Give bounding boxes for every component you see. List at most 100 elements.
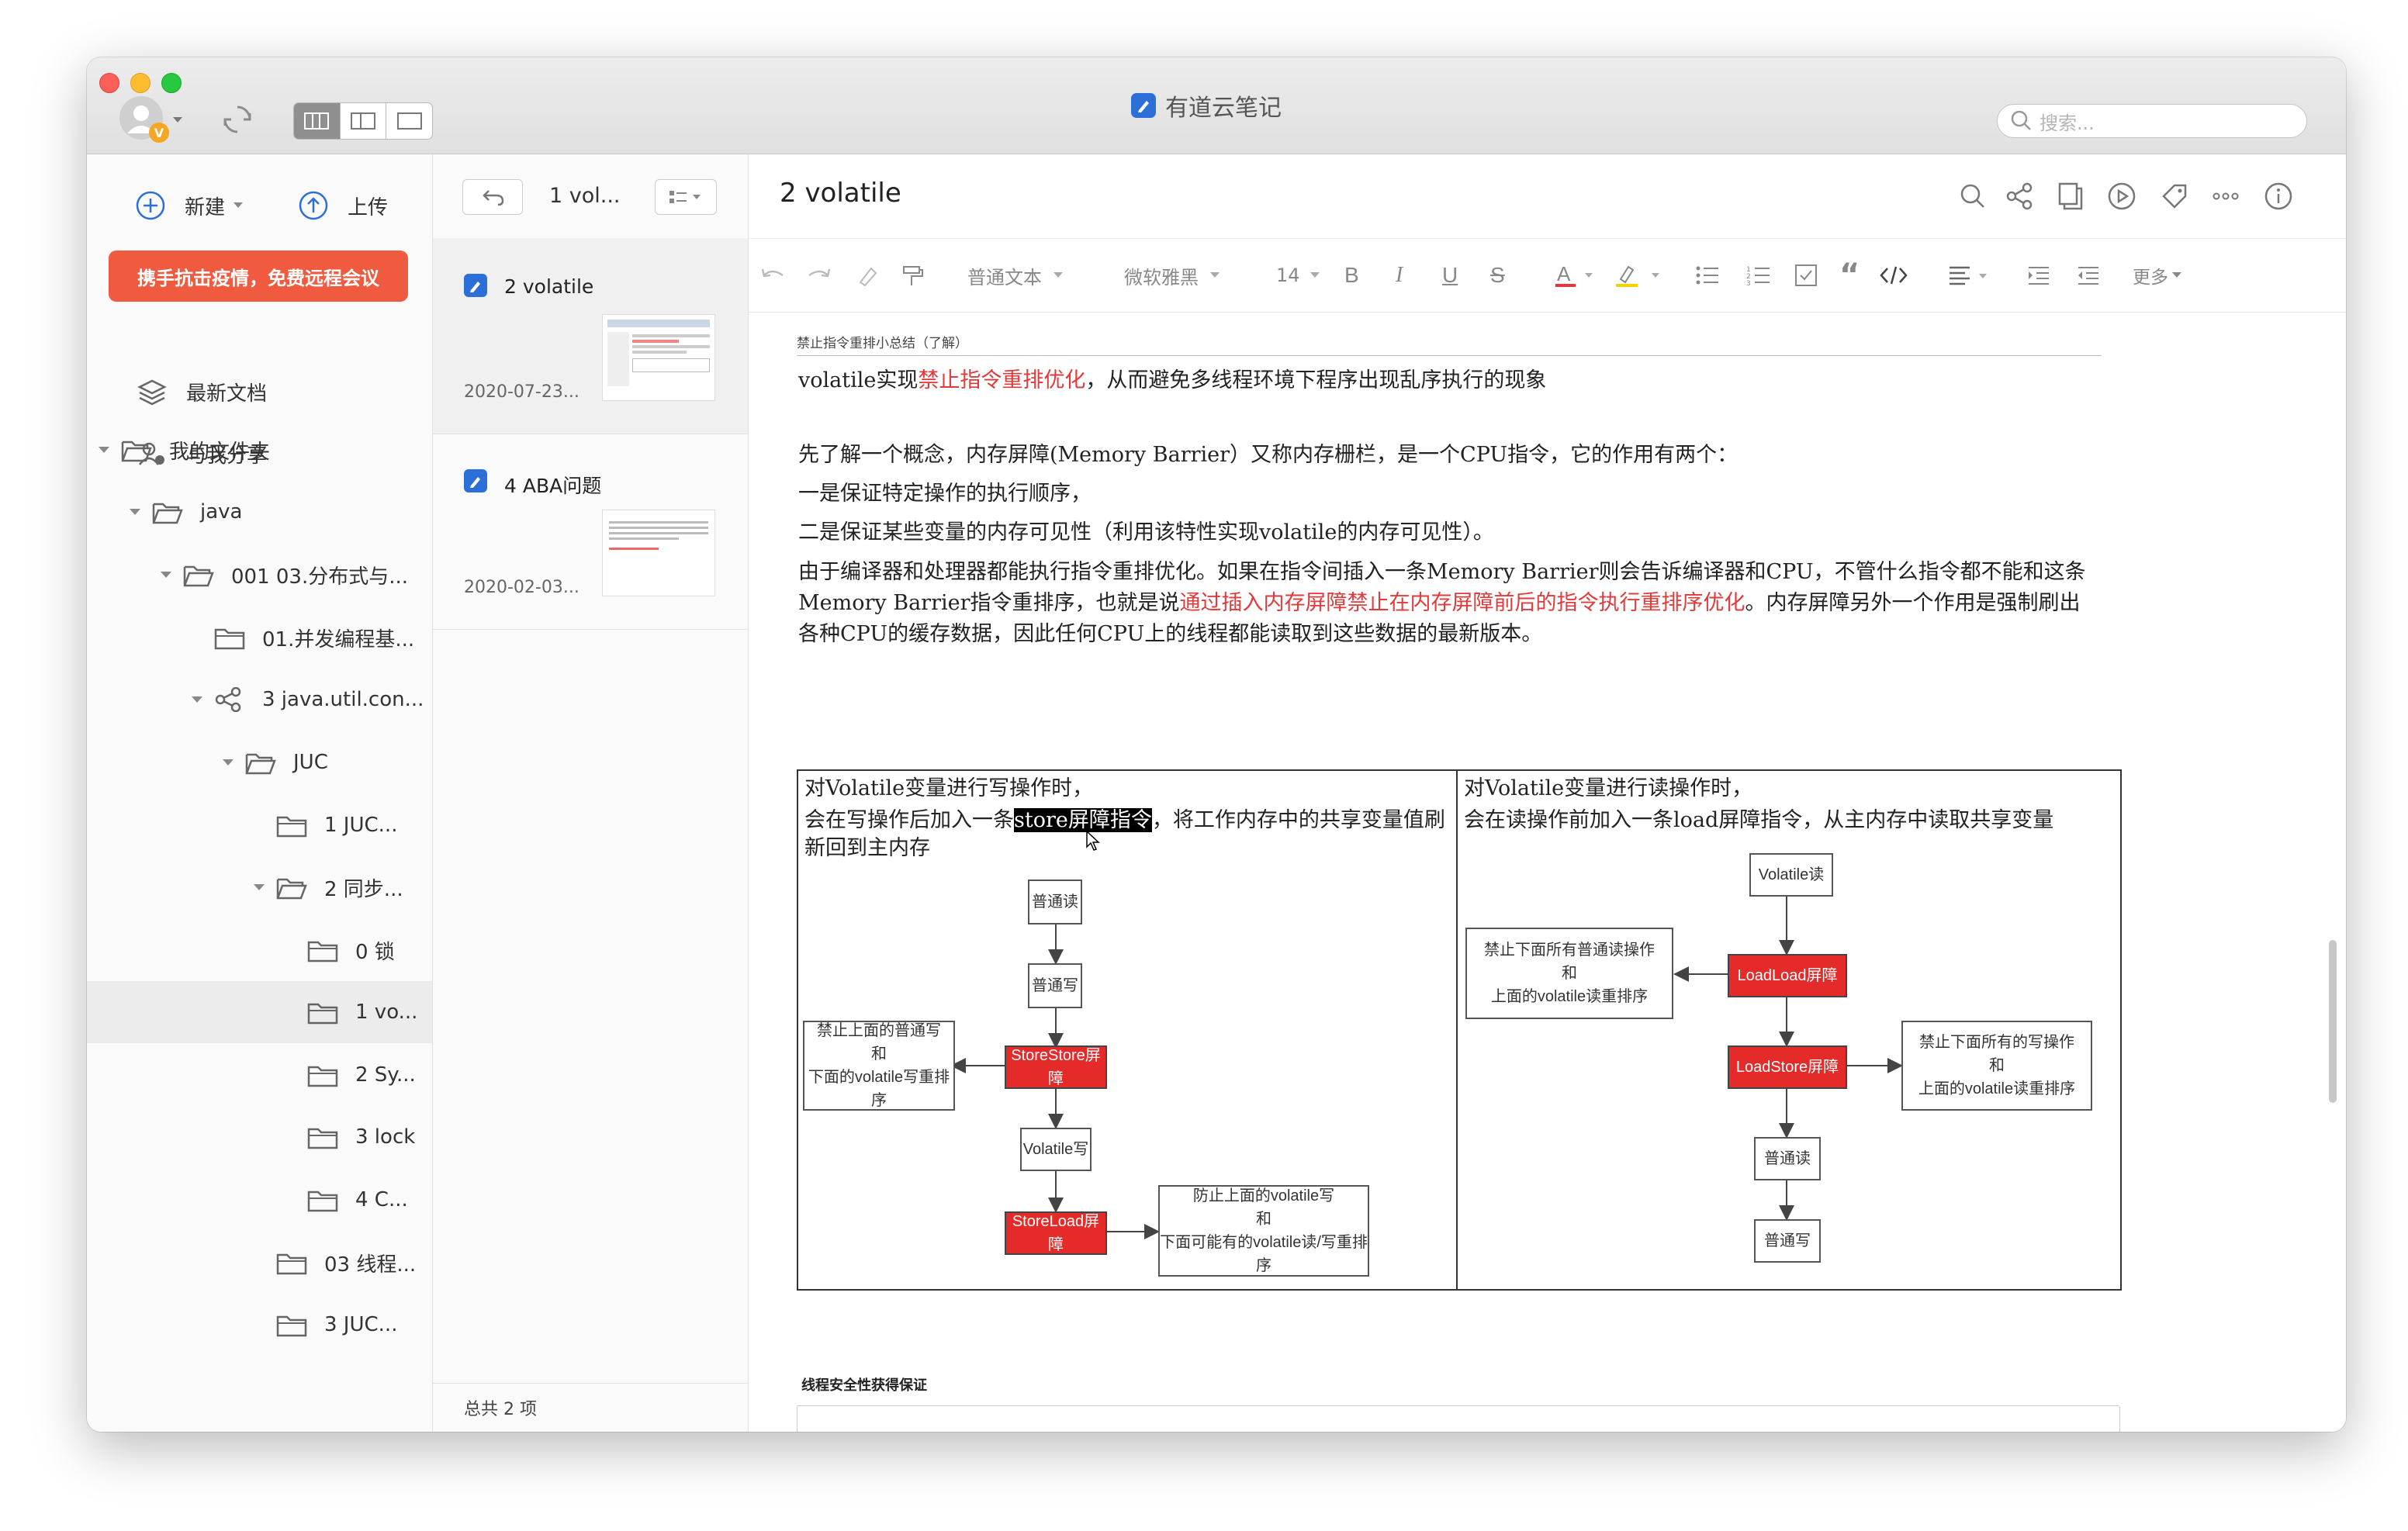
caret-down-icon[interactable] — [98, 442, 113, 458]
note-count: 总共 2 项 — [464, 1400, 537, 1419]
undo-icon[interactable] — [759, 239, 786, 312]
flow-note: 禁止下面所有普通读操作和上面的volatile读重排序 — [1465, 928, 1673, 1019]
sidebar-folder-item[interactable]: 3 java.util.con... — [87, 669, 432, 731]
paragraph: 二是保证某些变量的内存可见性（利用该特性实现volatile的内存可见性）。 — [798, 520, 1494, 544]
sidebar-folder-item[interactable]: java — [87, 481, 432, 543]
outdent-icon[interactable] — [2077, 239, 2100, 312]
back-button[interactable] — [462, 179, 523, 215]
upload-label: 上传 — [348, 195, 389, 219]
upload-button[interactable]: 上传 — [298, 184, 388, 227]
strikethrough-icon[interactable]: S — [1490, 239, 1505, 312]
font-size-value: 14 — [1276, 264, 1300, 286]
present-icon[interactable] — [2106, 181, 2137, 212]
folder-open-icon — [121, 437, 152, 462]
sidebar-folder-item[interactable]: 3 JUC... — [87, 1294, 432, 1356]
list-view-icon — [669, 191, 701, 203]
folder-open-icon — [276, 875, 307, 900]
bold-icon[interactable]: B — [1344, 239, 1359, 312]
checkbox-icon[interactable] — [1794, 239, 1818, 312]
note-item[interactable]: 2 volatile 2020-07-23... — [433, 238, 748, 434]
sidebar-folder-item[interactable]: JUC — [87, 731, 432, 793]
sidebar-item-recent[interactable]: 最新文档 — [87, 361, 432, 423]
paragraph: 由于编译器和处理器都能执行指令重排优化。如果在指令间插入一条Memory Bar… — [798, 560, 2086, 646]
caret-down-icon[interactable] — [129, 504, 144, 520]
tag-icon[interactable] — [2159, 181, 2190, 212]
sidebar-folder-item[interactable]: 0 锁 — [87, 919, 432, 981]
caret-down-icon[interactable] — [160, 567, 175, 582]
search-icon[interactable] — [1957, 181, 1988, 212]
folder-icon — [214, 625, 245, 650]
sidebar-item-label: 3 lock — [355, 1125, 416, 1149]
note-list-footer: 总共 2 项 — [433, 1383, 748, 1432]
search-input[interactable]: 搜索... — [1997, 104, 2307, 138]
two-column-layout-button[interactable] — [339, 103, 386, 139]
folder-icon — [276, 1312, 307, 1337]
view-mode-button[interactable] — [655, 179, 717, 215]
close-window-button[interactable] — [99, 73, 119, 93]
single-column-layout-button[interactable] — [386, 103, 432, 139]
svg-text:A: A — [1557, 262, 1571, 285]
flow-box-barrier: StoreLoad屏障 — [1005, 1211, 1107, 1255]
format-painter-icon[interactable] — [901, 239, 924, 312]
sidebar-folder-item[interactable]: 001 03.分布式与... — [87, 544, 432, 606]
indent-icon[interactable] — [2027, 239, 2050, 312]
new-button[interactable]: 新建 — [135, 184, 244, 227]
editor-panel: 2 volatile 普通文本 微软雅黑 14 B I U S A 123 “ — [749, 154, 2346, 1432]
sidebar-item-label: 3 JUC... — [324, 1313, 398, 1336]
editor-content[interactable]: 禁止指令重排小总结（了解） volatile实现禁止指令重排优化，从而避免多线程… — [749, 312, 2346, 1432]
align-icon[interactable] — [1948, 239, 1991, 312]
font-family-select[interactable]: 微软雅黑 — [1124, 239, 1220, 312]
note-item[interactable]: 4 ABA问题 2020-02-03... — [433, 434, 748, 630]
bullet-list-icon[interactable] — [1695, 239, 1720, 312]
paragraph-style-select[interactable]: 普通文本 — [967, 239, 1064, 312]
flow-box: 普通读 — [1028, 880, 1082, 924]
redo-icon[interactable] — [806, 239, 832, 312]
font-size-select[interactable]: 14 — [1276, 239, 1320, 312]
code-icon[interactable] — [1880, 239, 1908, 312]
sidebar-item-label: 1 vo... — [355, 1001, 418, 1024]
chevron-down-icon[interactable] — [171, 113, 185, 127]
sidebar-folder-item[interactable]: 2 同步... — [87, 856, 432, 918]
sidebar-folder-item[interactable]: 1 vo... — [87, 981, 432, 1043]
sidebar-item-label: 4 C... — [355, 1188, 408, 1211]
paragraph: 先了解一个概念，内存屏障(Memory Barrier）又称内存栅栏，是一个CP… — [798, 443, 1739, 467]
section-heading: 禁止指令重排小总结（了解） — [797, 332, 2102, 356]
italic-icon[interactable]: I — [1396, 239, 1403, 312]
caret-down-icon[interactable] — [191, 692, 206, 707]
copy-icon[interactable] — [2055, 181, 2086, 212]
more-button[interactable]: 更多 — [2133, 239, 2182, 312]
sidebar-folder-item[interactable]: 01.并发编程基... — [87, 607, 432, 669]
maximize-window-button[interactable] — [161, 73, 182, 93]
promo-banner[interactable]: 携手抗击疫情，免费远程会议 — [109, 251, 408, 302]
sidebar-item-label: 2 同步... — [324, 877, 403, 901]
folder-icon — [276, 813, 307, 838]
info-icon[interactable] — [2263, 181, 2294, 212]
quote-icon[interactable]: “ — [1839, 239, 1860, 312]
caret-down-icon[interactable] — [222, 755, 237, 770]
numbered-list-icon[interactable]: 123 — [1746, 239, 1771, 312]
note-thumbnail — [602, 314, 715, 401]
caret-down-icon[interactable] — [253, 880, 268, 895]
sidebar-folder-item[interactable]: 1 JUC... — [87, 794, 432, 856]
more-icon[interactable] — [2210, 181, 2241, 212]
sidebar-folder-item[interactable]: 2 Sy... — [87, 1044, 432, 1106]
new-label: 新建 — [185, 195, 226, 219]
share-icon[interactable] — [2004, 181, 2035, 212]
back-arrow-icon — [483, 190, 504, 206]
highlight-icon[interactable] — [1616, 239, 1664, 312]
folder-icon — [307, 1000, 338, 1025]
scrollbar-thumb[interactable] — [2329, 940, 2337, 1103]
sidebar-folder-item[interactable]: 3 lock — [87, 1106, 432, 1168]
sidebar-folder-item[interactable]: 4 C... — [87, 1169, 432, 1231]
sidebar-folder-item[interactable]: 我的文件夹 — [87, 419, 432, 481]
three-column-layout-button[interactable] — [294, 103, 340, 139]
sidebar-folder-item[interactable]: 03 线程... — [87, 1232, 432, 1294]
note-icon — [464, 274, 487, 297]
eraser-icon[interactable] — [856, 239, 879, 312]
note-title-heading[interactable]: 2 volatile — [780, 178, 901, 209]
flow-box-barrier: LoadLoad屏障 — [1728, 954, 1847, 997]
underline-icon[interactable]: U — [1442, 239, 1458, 312]
font-color-icon[interactable]: A — [1555, 239, 1596, 312]
sync-icon[interactable] — [219, 101, 256, 138]
minimize-window-button[interactable] — [130, 73, 150, 93]
